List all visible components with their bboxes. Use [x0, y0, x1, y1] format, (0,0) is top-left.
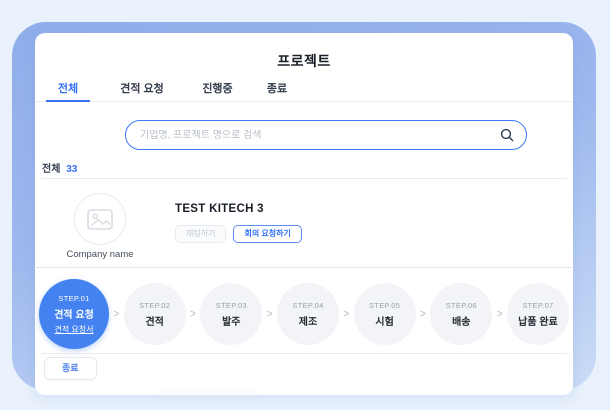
- step-label: 제조: [298, 316, 318, 328]
- step-label: 배송: [452, 316, 471, 328]
- search-input[interactable]: [140, 129, 500, 141]
- step-label: 견적: [145, 316, 164, 328]
- step-label: 납품 완료: [518, 316, 558, 328]
- step-02-quote: STEP.02 견적: [123, 283, 186, 345]
- result-count: 전체 33: [42, 160, 77, 175]
- project-title[interactable]: TEST KITECH 3: [175, 203, 264, 215]
- chevron-right-icon: >: [190, 307, 196, 321]
- step-label: 시험: [375, 316, 394, 328]
- step-number: STEP.05: [369, 300, 401, 310]
- app-window: 프로젝트 전체 견적 요청 진행중 종료 전체 33: [0, 0, 610, 410]
- step-06-delivery: STEP.06 배송: [430, 283, 493, 345]
- next-item-faded: [158, 389, 258, 395]
- chevron-right-icon: >: [113, 307, 120, 321]
- step-05-test: STEP.05 시험: [353, 283, 416, 345]
- project-panel: 프로젝트 전체 견적 요청 진행중 종료 전체 33: [35, 33, 573, 395]
- step-number: STEP.02: [139, 300, 171, 310]
- step-04-manufacture: STEP.04 제조: [276, 283, 339, 345]
- step-label: 발주: [222, 316, 241, 328]
- chevron-right-icon: >: [343, 307, 350, 321]
- chat-button[interactable]: 채팅하기: [175, 225, 227, 243]
- dotted-divider: [37, 267, 571, 268]
- step-label: 견적 요청: [54, 309, 94, 321]
- step-01-quote-request: STEP.01 견적 요청 견적 요청서: [39, 279, 109, 349]
- step-number: STEP.04: [292, 300, 324, 310]
- step-03-order: STEP.03 발주: [200, 283, 263, 345]
- company-avatar[interactable]: [74, 193, 126, 245]
- chevron-right-icon: >: [420, 307, 426, 321]
- step-07-complete: STEP.07 납품 완료: [506, 283, 569, 345]
- end-status-button[interactable]: 종료: [44, 357, 97, 380]
- tab-quote-request[interactable]: 견적 요청: [120, 79, 164, 102]
- step-number: STEP.07: [522, 300, 554, 310]
- page-title: 프로젝트: [277, 53, 331, 69]
- project-actions: 채팅하기 회의 요청하기: [175, 225, 302, 243]
- tab-all[interactable]: 전체: [46, 79, 90, 102]
- image-placeholder-icon: [87, 208, 113, 230]
- step-number: STEP.03: [215, 300, 247, 310]
- chevron-right-icon: >: [266, 307, 273, 321]
- tab-bar: 전체 견적 요청 진행중 종료: [35, 79, 573, 102]
- chevron-right-icon: >: [496, 307, 503, 321]
- bottom-fade-overlay: [35, 381, 573, 395]
- tab-in-progress[interactable]: 진행중: [200, 79, 235, 102]
- step-number: STEP.01: [58, 293, 90, 303]
- step-number: STEP.06: [445, 300, 477, 310]
- result-count-label: 전체: [42, 164, 61, 175]
- divider: [41, 178, 567, 179]
- search-bar: [125, 120, 527, 150]
- step-progress: STEP.01 견적 요청 견적 요청서 > STEP.02 견적 > STEP…: [39, 276, 569, 352]
- tab-ended[interactable]: 종료: [263, 79, 291, 102]
- search-icon[interactable]: [500, 128, 514, 142]
- divider: [41, 353, 567, 354]
- company-name-label: Company name: [66, 249, 134, 260]
- quote-request-doc-link[interactable]: 견적 요청서: [54, 324, 93, 335]
- result-count-number: 33: [66, 164, 78, 175]
- meeting-request-button[interactable]: 회의 요청하기: [233, 225, 302, 243]
